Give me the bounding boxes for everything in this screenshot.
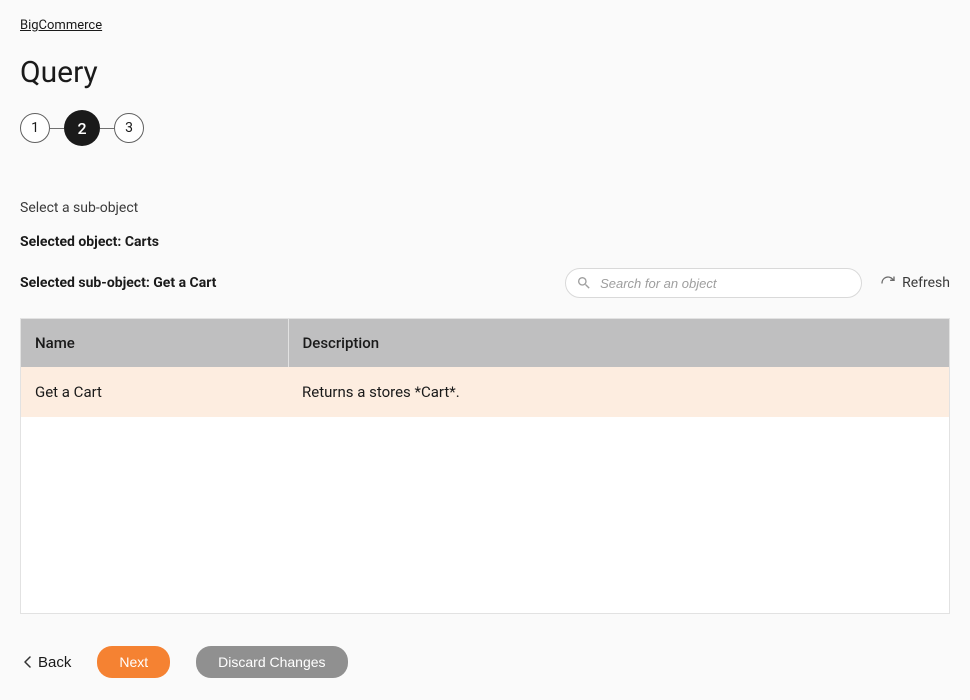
instruction-text: Select a sub-object xyxy=(20,200,950,216)
step-1[interactable]: 1 xyxy=(20,113,50,143)
cell-description: Returns a stores *Cart*. xyxy=(288,367,949,417)
page-title: Query xyxy=(20,55,950,90)
breadcrumb-root-link[interactable]: BigCommerce xyxy=(20,18,102,33)
col-header-description[interactable]: Description xyxy=(288,319,949,367)
table-row[interactable]: Get a Cart Returns a stores *Cart*. xyxy=(21,367,949,417)
step-2[interactable]: 2 xyxy=(64,110,100,146)
discard-button[interactable]: Discard Changes xyxy=(196,646,347,678)
col-header-name[interactable]: Name xyxy=(21,319,288,367)
step-3[interactable]: 3 xyxy=(114,113,144,143)
next-button[interactable]: Next xyxy=(97,646,170,678)
cell-name: Get a Cart xyxy=(21,367,288,417)
selected-sub-object-label: Selected sub-object: Get a Cart xyxy=(20,275,216,291)
back-label: Back xyxy=(38,654,71,671)
sub-object-table: Name Description Get a Cart Returns a st… xyxy=(20,318,950,614)
footer-actions: Back Next Discard Changes xyxy=(20,646,950,678)
search-input[interactable] xyxy=(600,276,851,291)
refresh-icon xyxy=(880,275,896,291)
breadcrumb: BigCommerce xyxy=(20,18,950,33)
selected-object-label: Selected object: Carts xyxy=(20,234,950,250)
search-field-wrap xyxy=(565,268,862,298)
refresh-label: Refresh xyxy=(902,275,950,291)
search-icon xyxy=(576,275,592,291)
back-button[interactable]: Back xyxy=(24,654,71,671)
step-connector xyxy=(100,128,114,129)
refresh-button[interactable]: Refresh xyxy=(880,275,950,291)
step-connector xyxy=(50,128,64,129)
stepper: 1 2 3 xyxy=(20,110,950,146)
chevron-left-icon xyxy=(24,656,32,668)
